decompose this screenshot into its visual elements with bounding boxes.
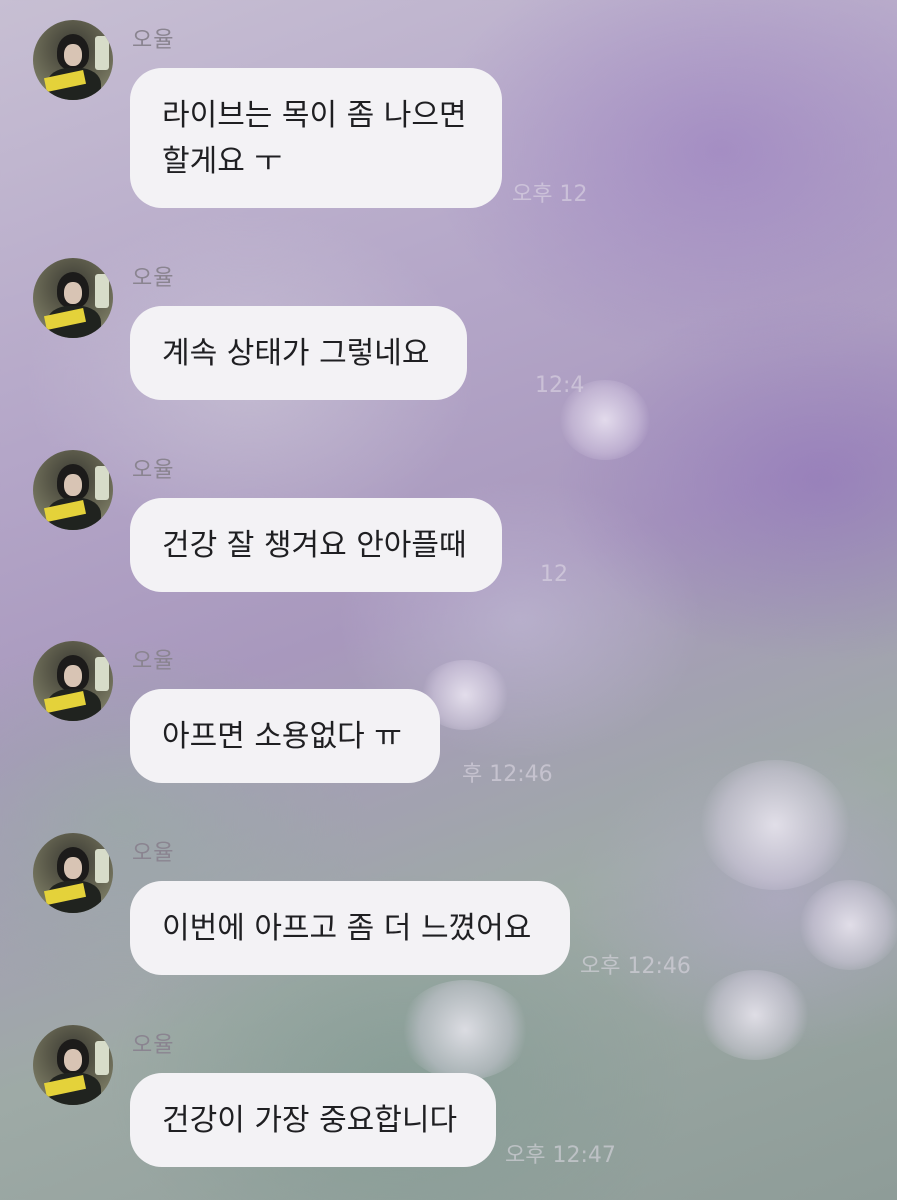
avatar[interactable]: [33, 450, 113, 530]
message-text: 라이브는 목이 좀 나으면: [162, 98, 467, 133]
message-time: 오후 12:47: [505, 1143, 616, 1168]
avatar[interactable]: [33, 258, 113, 338]
message-time: 오후 12:46: [580, 954, 691, 979]
message-text: 건강 잘 챙겨요 안아플때: [162, 528, 467, 563]
message-bubble[interactable]: 라이브는 목이 좀 나으면 할게요 ㅜ: [130, 68, 502, 208]
avatar[interactable]: [33, 833, 113, 913]
sender-name: 오율: [132, 841, 175, 866]
message-text: 건강이 가장 중요합니다: [162, 1103, 458, 1138]
message-text: 이번에 아프고 좀 더 느꼈어요: [162, 911, 532, 946]
avatar[interactable]: [33, 1025, 113, 1105]
flower-decoration: [400, 980, 530, 1080]
message-time: 12: [540, 562, 568, 587]
message-bubble[interactable]: 건강이 가장 중요합니다: [130, 1073, 496, 1167]
sender-name: 오율: [132, 649, 175, 674]
message-bubble[interactable]: 건강 잘 챙겨요 안아플때: [130, 498, 502, 592]
message-time: 후 12:46: [462, 762, 553, 787]
message-time: 12:4: [535, 373, 585, 398]
message-text: 아프면 소용없다 ㅠ: [162, 719, 402, 754]
flower-decoration: [700, 760, 850, 890]
message-bubble[interactable]: 계속 상태가 그렇네요: [130, 306, 467, 400]
sender-name: 오율: [132, 28, 175, 53]
message-time: 오후 12: [512, 182, 588, 207]
avatar[interactable]: [33, 20, 113, 100]
message-bubble[interactable]: 아프면 소용없다 ㅠ: [130, 689, 440, 783]
message-text: 계속 상태가 그렇네요: [162, 336, 430, 371]
avatar[interactable]: [33, 641, 113, 721]
message-bubble[interactable]: 이번에 아프고 좀 더 느꼈어요: [130, 881, 570, 975]
sender-name: 오율: [132, 266, 175, 291]
sender-name: 오율: [132, 458, 175, 483]
flower-decoration: [800, 880, 897, 970]
sender-name: 오율: [132, 1033, 175, 1058]
message-text: 할게요 ㅜ: [162, 144, 282, 179]
flower-decoration: [700, 970, 810, 1060]
